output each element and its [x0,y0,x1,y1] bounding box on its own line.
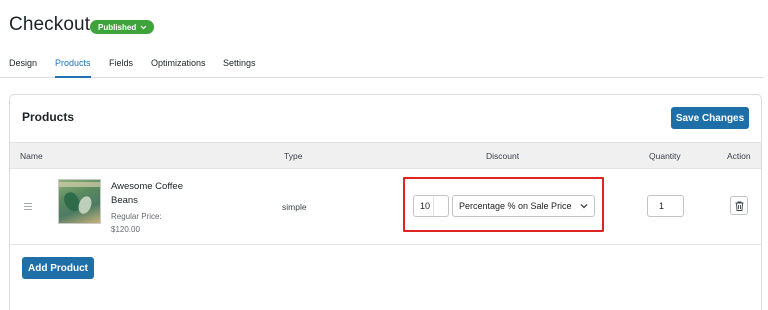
chevron-down-icon [580,204,588,209]
card-title: Products [22,110,75,124]
product-type: simple [282,202,307,212]
regular-price-value: $120.00 [111,225,140,234]
column-header-discount: Discount [486,151,520,161]
column-header-type: Type [284,151,303,161]
discount-type-select[interactable]: Percentage % on Sale Price [452,195,595,217]
tab-settings[interactable]: Settings [223,58,256,78]
products-card: Products Save Changes Name Type Discount… [9,94,762,310]
table-row: Awesome Coffee Beans Regular Price: $120… [10,170,761,245]
tab-design[interactable]: Design [9,58,37,78]
page-title: Checkout [9,14,91,35]
delete-button[interactable] [730,196,748,215]
status-label: Published [98,22,137,32]
status-badge[interactable]: Published [90,20,155,34]
column-header-action: Action [727,151,751,161]
tab-bar: Design Products Fields Optimizations Set… [0,53,763,78]
save-changes-button[interactable]: Save Changes [671,107,749,129]
discount-value-input[interactable]: 10 [413,195,449,217]
regular-price-label: Regular Price: [111,212,162,221]
chevron-down-icon [140,25,147,29]
quantity-input[interactable]: 1 [647,195,684,217]
trash-icon [735,201,743,211]
product-image [58,179,101,224]
tab-optimizations[interactable]: Optimizations [151,58,206,78]
drag-handle-icon[interactable] [24,203,32,210]
column-header-quantity: Quantity [649,151,681,161]
product-name: Awesome Coffee Beans [111,181,183,206]
table-header: Name Type Discount Quantity Action [10,142,761,169]
add-product-button[interactable]: Add Product [22,257,94,279]
tab-products[interactable]: Products [55,58,91,78]
tab-fields[interactable]: Fields [109,58,133,78]
discount-type-value: Percentage % on Sale Price [459,201,572,211]
column-header-name: Name [20,151,43,161]
